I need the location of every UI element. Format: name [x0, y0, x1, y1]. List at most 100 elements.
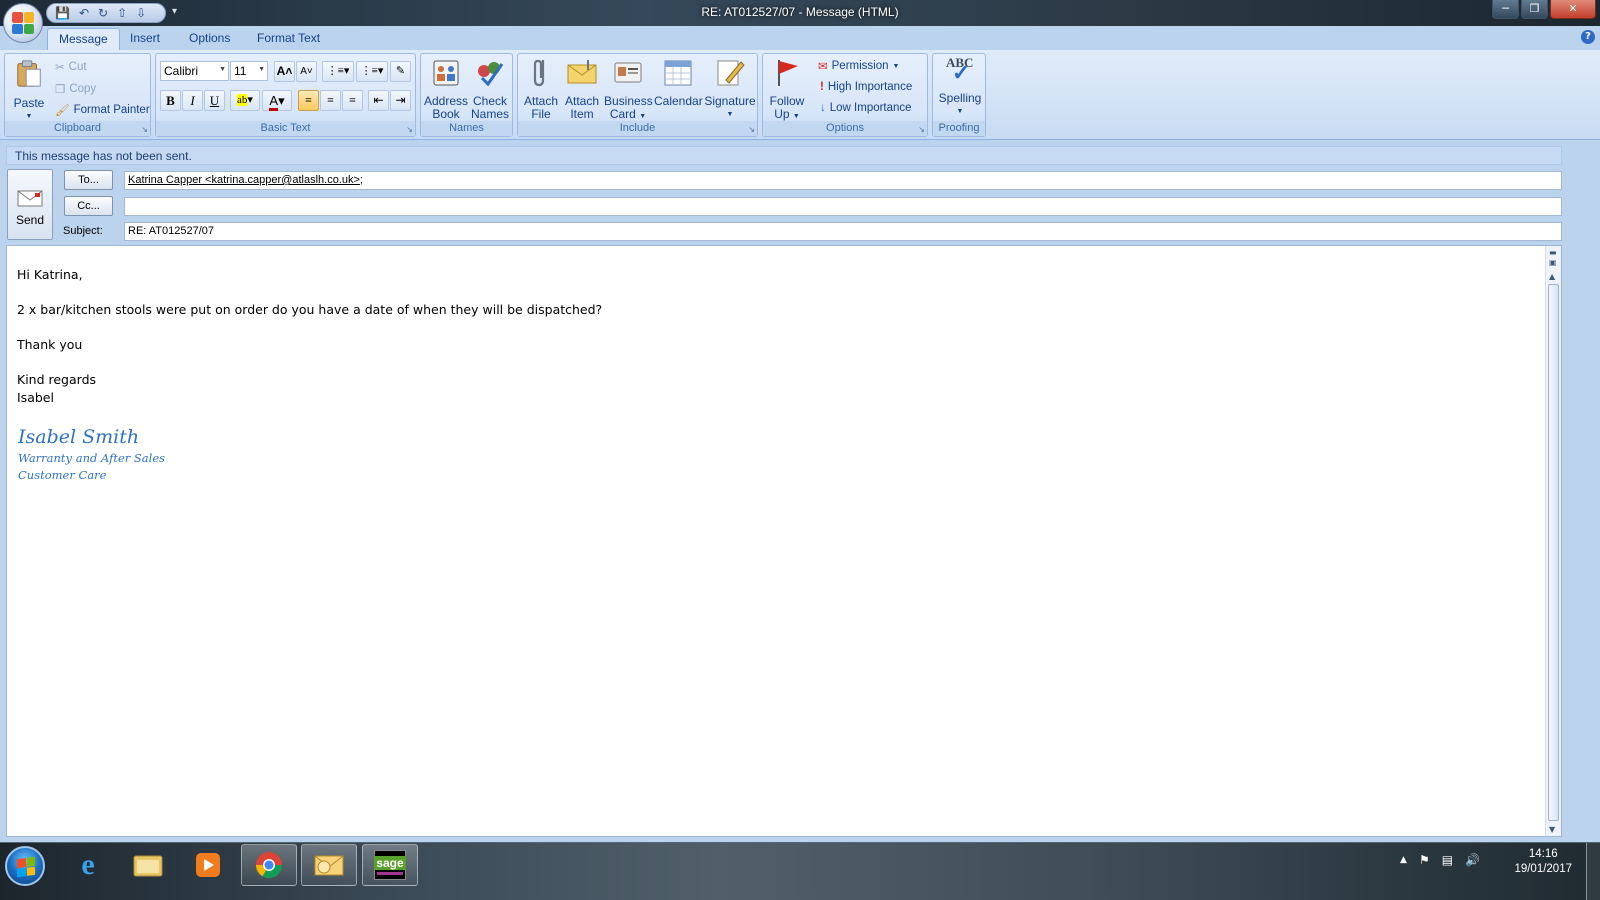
envelope-icon	[567, 60, 597, 84]
ribbon: Paste ▼ ✂ Cut ❐ Copy 🖌 Format Painter Cl…	[0, 50, 1600, 140]
signature-label: Signature	[704, 94, 756, 108]
address-book-button[interactable]: Address Book	[424, 56, 468, 121]
view-icon[interactable]: ▣	[1549, 258, 1557, 267]
subject-label: Subject:	[63, 225, 103, 237]
options-dialog-launcher-icon[interactable]: ↘	[918, 125, 925, 134]
send-button[interactable]: Send	[7, 169, 53, 240]
copy-button[interactable]: ❐ Copy	[55, 82, 96, 96]
signature-button[interactable]: Signature ▼	[704, 56, 756, 121]
tab-message[interactable]: Message	[47, 28, 120, 50]
to-recipient[interactable]: Katrina Capper <katrina.capper@atlaslh.c…	[128, 174, 360, 186]
calendar-button[interactable]: Calendar	[654, 56, 703, 108]
highlight-button[interactable]: ab▾	[230, 90, 260, 111]
calendar-icon	[664, 60, 692, 86]
group-proofing: ABC ✓ Spelling ▼ Proofing	[932, 53, 986, 137]
bullets-button[interactable]: ⋮≡▾	[322, 61, 354, 82]
spelling-button[interactable]: ABC ✓ Spelling ▼	[935, 56, 985, 118]
attach-file-button[interactable]: Attach File	[522, 56, 560, 121]
shrink-font-button[interactable]: A˅	[296, 61, 317, 82]
scissors-icon: ✂	[55, 62, 65, 74]
taskbar-file-explorer[interactable]	[120, 844, 176, 886]
show-hidden-icons-icon[interactable]: ▲	[1400, 855, 1407, 867]
minimize-button[interactable]: ─	[1492, 0, 1519, 19]
body-text: Hi Katrina, 2 x bar/kitchen stools were …	[17, 266, 602, 406]
message-body[interactable]: Hi Katrina, 2 x bar/kitchen stools were …	[6, 245, 1562, 837]
signature-team: Customer Care	[18, 468, 107, 482]
body-line: 2 x bar/kitchen stools were put on order…	[17, 302, 603, 317]
tab-options[interactable]: Options	[178, 28, 241, 50]
chevron-down-icon: ▼	[792, 113, 800, 120]
taskbar-media-player[interactable]	[180, 844, 236, 886]
paste-label: Paste	[13, 96, 45, 110]
cc-field[interactable]	[124, 197, 1562, 216]
window-title: RE: AT012527/07 - Message (HTML)	[701, 5, 899, 19]
bullet-list-icon: ⋮≡▾	[326, 65, 350, 77]
cut-button[interactable]: ✂ Cut	[55, 60, 87, 74]
attach-item-button[interactable]: Attach Item	[562, 56, 602, 121]
taskbar-internet-explorer[interactable]: e	[60, 844, 116, 886]
align-left-icon: ≡	[305, 93, 312, 107]
numbered-list-icon: ⋮≡▾	[360, 65, 384, 77]
increase-indent-button[interactable]: ⇥	[390, 90, 411, 111]
basic-text-dialog-launcher-icon[interactable]: ↘	[406, 125, 413, 134]
ruler-toggle-icon[interactable]: ▬	[1549, 248, 1557, 257]
include-dialog-launcher-icon[interactable]: ↘	[748, 125, 755, 134]
action-center-flag-icon[interactable]: ⚑	[1419, 853, 1430, 867]
italic-button[interactable]: I	[182, 90, 203, 111]
grow-font-button[interactable]: A˄	[274, 61, 295, 82]
clipboard-dialog-launcher-icon[interactable]: ↘	[141, 125, 148, 134]
exclamation-icon: !	[820, 81, 824, 93]
show-desktop-button[interactable]	[1586, 843, 1600, 900]
high-importance-button[interactable]: ! High Importance	[820, 81, 912, 93]
bold-button[interactable]: B	[160, 90, 181, 111]
to-button[interactable]: To...	[64, 170, 113, 190]
clock-time: 14:16	[1528, 848, 1558, 860]
checkmark-icon: ✓	[952, 60, 971, 85]
align-right-button[interactable]: ≡	[342, 90, 363, 111]
styles-button[interactable]: ✎	[390, 61, 411, 82]
clock[interactable]: 14:16 19/01/2017	[1514, 847, 1572, 877]
chevron-down-icon: ▼	[219, 66, 226, 73]
close-button[interactable]: ✕	[1550, 0, 1596, 19]
maximize-button[interactable]: ❐	[1521, 0, 1548, 19]
include-group-label: Include	[518, 121, 757, 136]
permission-button[interactable]: ✉ Permission ▼	[818, 59, 899, 73]
increase-indent-icon: ⇥	[395, 93, 406, 107]
align-left-button[interactable]: ≡	[298, 90, 319, 111]
underline-button[interactable]: U	[204, 90, 225, 111]
decrease-indent-button[interactable]: ⇤	[368, 90, 389, 111]
scroll-up-icon[interactable]: ▲	[1549, 272, 1555, 281]
title-bar: 💾 ↶ ↻ ⇧ ⇩ ▾ RE: AT012527/07 - Message (H…	[0, 0, 1600, 26]
taskbar-outlook[interactable]	[301, 844, 357, 886]
follow-up-button[interactable]: Follow Up ▼	[766, 56, 808, 123]
signature-icon	[717, 60, 745, 86]
numbering-button[interactable]: ⋮≡▾	[356, 61, 388, 82]
office-button[interactable]	[3, 3, 43, 43]
font-color-button[interactable]: A▾	[262, 90, 292, 111]
paste-button[interactable]: Paste ▼	[9, 56, 49, 123]
font-size-select[interactable]: 11 ▼	[230, 61, 268, 81]
low-importance-button[interactable]: ↓ Low Importance	[820, 102, 912, 114]
font-name-select[interactable]: Calibri ▼	[160, 61, 229, 81]
taskbar-sage[interactable]: sage	[362, 844, 418, 886]
check-names-button[interactable]: Check Names	[469, 56, 511, 121]
tab-insert[interactable]: Insert	[119, 28, 171, 50]
subject-field[interactable]: RE: AT012527/07	[124, 222, 1562, 241]
send-envelope-icon	[17, 190, 43, 207]
taskbar-chrome[interactable]	[241, 844, 297, 886]
business-card-label-text: Card	[609, 107, 636, 121]
ribbon-tabs: Message Insert Options Format Text ?	[0, 26, 1600, 50]
tab-format-text[interactable]: Format Text	[246, 28, 331, 50]
start-button[interactable]	[5, 846, 45, 886]
align-center-button[interactable]: ≡	[320, 90, 341, 111]
network-icon[interactable]: ▤	[1442, 853, 1453, 867]
scrollbar-thumb[interactable]	[1548, 284, 1559, 821]
body-scrollbar[interactable]: ▬ ▣ ▲ ▼	[1545, 246, 1561, 836]
scroll-down-icon[interactable]: ▼	[1549, 825, 1555, 834]
volume-icon[interactable]: 🔊	[1465, 853, 1480, 867]
to-field[interactable]: Katrina Capper <katrina.capper@atlaslh.c…	[124, 171, 1562, 190]
business-card-button[interactable]: Business Card ▼	[604, 56, 653, 123]
help-icon[interactable]: ?	[1581, 30, 1595, 44]
format-painter-button[interactable]: 🖌 Format Painter	[55, 103, 150, 117]
cc-button[interactable]: Cc...	[64, 196, 113, 216]
